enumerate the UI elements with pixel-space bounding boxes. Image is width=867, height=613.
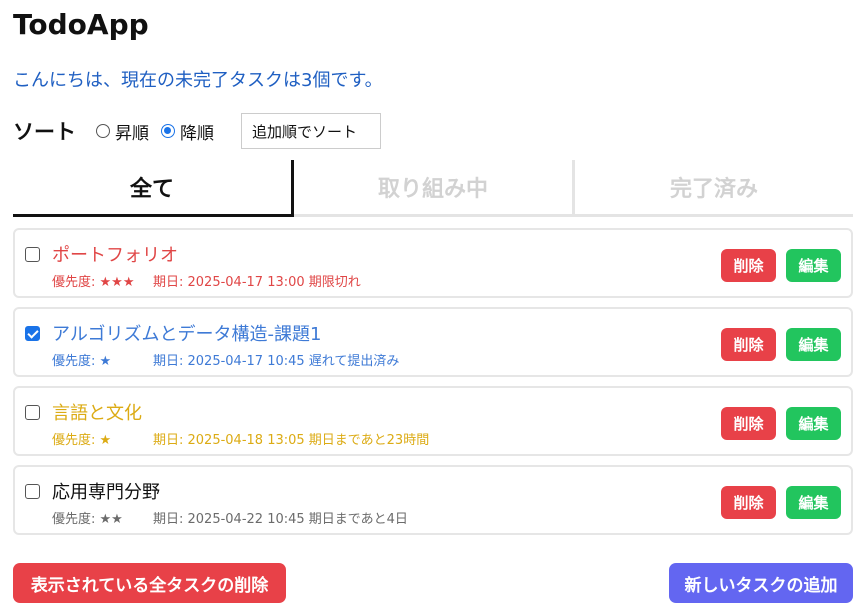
task-name: 応用専門分野 — [52, 482, 160, 503]
task-list: ポートフォリオ 優先度: ★★★ 期日: 2025-04-17 13:00 期限切… — [13, 228, 853, 544]
task-complete-checkbox[interactable] — [25, 484, 40, 499]
edit-task-button[interactable]: 編集 — [786, 407, 841, 440]
task-priority: 優先度: ★★★ — [52, 275, 135, 290]
task-due: 期日: 2025-04-17 13:00 期限切れ — [153, 275, 361, 290]
delete-task-button[interactable]: 削除 — [721, 407, 776, 440]
app-title: TodoApp — [13, 8, 149, 41]
filter-tabs: 全て 取り組み中 完了済み — [13, 160, 853, 217]
tab-completed[interactable]: 完了済み — [575, 160, 853, 217]
task-due: 期日: 2025-04-18 13:05 期日まであと23時間 — [153, 433, 430, 448]
task-item: 言語と文化 優先度: ★ 期日: 2025-04-18 13:05 期日まであと2… — [13, 386, 853, 456]
task-due: 期日: 2025-04-17 10:45 遅れて提出済み — [153, 354, 400, 369]
task-meta: 優先度: ★ 期日: 2025-04-18 13:05 期日まであと23時間 — [52, 429, 429, 448]
task-complete-checkbox[interactable] — [25, 405, 40, 420]
edit-task-button[interactable]: 編集 — [786, 486, 841, 519]
task-item: アルゴリズムとデータ構造-課題1 優先度: ★ 期日: 2025-04-17 10… — [13, 307, 853, 377]
sort-desc-label[interactable]: 降順 — [180, 119, 214, 144]
task-priority: 優先度: ★ — [52, 354, 112, 369]
task-meta: 優先度: ★ 期日: 2025-04-17 10:45 遅れて提出済み — [52, 350, 399, 369]
delete-all-visible-button[interactable]: 表示されている全タスクの削除 — [13, 563, 286, 603]
task-meta: 優先度: ★★★ 期日: 2025-04-17 13:00 期限切れ — [52, 271, 361, 290]
todo-app: TodoApp こんにちは、現在の未完了タスクは3個です。 ソート 昇順 降順 … — [0, 0, 867, 613]
task-complete-checkbox[interactable] — [25, 247, 40, 262]
delete-task-button[interactable]: 削除 — [721, 486, 776, 519]
task-priority: 優先度: ★ — [52, 433, 112, 448]
sort-asc-option[interactable]: 昇順 — [96, 119, 157, 144]
edit-task-button[interactable]: 編集 — [786, 328, 841, 361]
task-meta: 優先度: ★★ 期日: 2025-04-22 10:45 期日まであと4日 — [52, 508, 408, 527]
task-name: 言語と文化 — [52, 403, 142, 424]
task-item: 応用専門分野 優先度: ★★ 期日: 2025-04-22 10:45 期日まであ… — [13, 465, 853, 535]
greeting-text: こんにちは、現在の未完了タスクは3個です。 — [13, 70, 383, 91]
sort-label: ソート — [13, 120, 76, 144]
sort-order-select[interactable]: 追加順でソート — [241, 113, 381, 149]
sort-desc-radio[interactable] — [161, 124, 175, 138]
sort-asc-radio[interactable] — [96, 124, 110, 138]
sort-controls: ソート 昇順 降順 追加順でソート — [13, 113, 381, 149]
task-complete-checkbox[interactable] — [25, 326, 40, 341]
sort-asc-label[interactable]: 昇順 — [115, 119, 149, 144]
delete-task-button[interactable]: 削除 — [721, 328, 776, 361]
delete-task-button[interactable]: 削除 — [721, 249, 776, 282]
tab-all[interactable]: 全て — [13, 160, 294, 217]
task-item: ポートフォリオ 優先度: ★★★ 期日: 2025-04-17 13:00 期限切… — [13, 228, 853, 298]
sort-desc-option[interactable]: 降順 — [161, 119, 222, 144]
tab-in-progress[interactable]: 取り組み中 — [294, 160, 575, 217]
task-name: ポートフォリオ — [52, 245, 178, 266]
add-task-button[interactable]: 新しいタスクの追加 — [669, 563, 853, 603]
task-name: アルゴリズムとデータ構造-課題1 — [52, 324, 322, 345]
task-priority: 優先度: ★★ — [52, 512, 123, 527]
edit-task-button[interactable]: 編集 — [786, 249, 841, 282]
task-due: 期日: 2025-04-22 10:45 期日まであと4日 — [153, 512, 408, 527]
